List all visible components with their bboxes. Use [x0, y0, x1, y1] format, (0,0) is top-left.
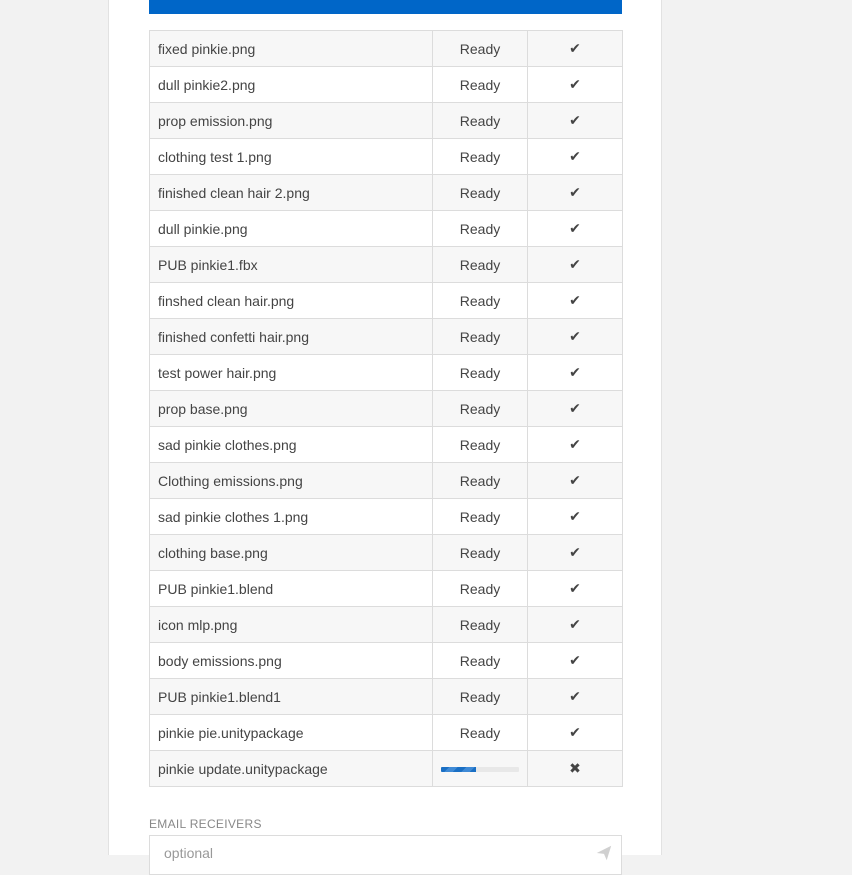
file-row: dull pinkie.png Ready ✔ [149, 210, 623, 247]
file-list: fixed pinkie.png Ready ✔ dull pinkie2.png Re… [149, 30, 623, 787]
check-icon: ✔ [527, 534, 623, 571]
check-icon: ✔ [527, 246, 623, 283]
file-status: Ready [432, 534, 528, 571]
file-row: PUB pinkie1.blend1 Ready ✔ [149, 678, 623, 715]
file-status: Ready [432, 678, 528, 715]
file-name: dull pinkie2.png [149, 66, 433, 103]
check-icon: ✔ [527, 570, 623, 607]
file-row: test power hair.png Ready ✔ [149, 354, 623, 391]
file-name: Clothing emissions.png [149, 462, 433, 499]
file-row: pinkie pie.unitypackage Ready ✔ [149, 714, 623, 751]
upload-progress-bar [441, 767, 519, 773]
check-icon: ✔ [527, 174, 623, 211]
file-name: PUB pinkie1.blend1 [149, 678, 433, 715]
check-icon: ✔ [527, 462, 623, 499]
check-icon: ✔ [527, 678, 623, 715]
file-row: PUB pinkie1.blend Ready ✔ [149, 570, 623, 607]
upload-progress-cell [432, 750, 528, 787]
file-name: finished clean hair 2.png [149, 174, 433, 211]
file-name: dull pinkie.png [149, 210, 433, 247]
file-row: clothing test 1.png Ready ✔ [149, 138, 623, 175]
check-icon: ✔ [527, 714, 623, 751]
file-row: finshed clean hair.png Ready ✔ [149, 282, 623, 319]
file-name: test power hair.png [149, 354, 433, 391]
check-icon: ✔ [527, 498, 623, 535]
check-icon: ✔ [527, 606, 623, 643]
file-row-uploading: pinkie update.unitypackage ✖ [149, 750, 623, 787]
file-row: body emissions.png Ready ✔ [149, 642, 623, 679]
file-name: pinkie update.unitypackage [149, 750, 433, 787]
file-status: Ready [432, 66, 528, 103]
file-name: icon mlp.png [149, 606, 433, 643]
file-row: sad pinkie clothes 1.png Ready ✔ [149, 498, 623, 535]
file-name: body emissions.png [149, 642, 433, 679]
file-status: Ready [432, 138, 528, 175]
check-icon: ✔ [527, 282, 623, 319]
file-name: clothing base.png [149, 534, 433, 571]
file-name: finshed clean hair.png [149, 282, 433, 319]
email-input[interactable] [162, 844, 586, 862]
check-icon: ✔ [527, 426, 623, 463]
file-status: Ready [432, 426, 528, 463]
file-row: prop base.png Ready ✔ [149, 390, 623, 427]
file-row: icon mlp.png Ready ✔ [149, 606, 623, 643]
check-icon: ✔ [527, 354, 623, 391]
check-icon: ✔ [527, 102, 623, 139]
email-receivers-field[interactable] [149, 835, 622, 875]
check-icon: ✔ [527, 642, 623, 679]
file-name: finished confetti hair.png [149, 318, 433, 355]
file-name: prop base.png [149, 390, 433, 427]
header-bar [149, 0, 622, 14]
file-row: sad pinkie clothes.png Ready ✔ [149, 426, 623, 463]
file-status: Ready [432, 210, 528, 247]
file-name: clothing test 1.png [149, 138, 433, 175]
file-status: Ready [432, 642, 528, 679]
file-status: Ready [432, 174, 528, 211]
check-icon: ✔ [527, 318, 623, 355]
file-row: finished clean hair 2.png Ready ✔ [149, 174, 623, 211]
file-name: PUB pinkie1.blend [149, 570, 433, 607]
file-name: sad pinkie clothes.png [149, 426, 433, 463]
file-status: Ready [432, 462, 528, 499]
file-status: Ready [432, 606, 528, 643]
file-status: Ready [432, 282, 528, 319]
file-row: clothing base.png Ready ✔ [149, 534, 623, 571]
cancel-icon[interactable]: ✖ [527, 750, 623, 787]
file-row: dull pinkie2.png Ready ✔ [149, 66, 623, 103]
check-icon: ✔ [527, 390, 623, 427]
upload-progress-fill [441, 767, 477, 773]
check-icon: ✔ [527, 210, 623, 247]
file-status: Ready [432, 714, 528, 751]
file-name: sad pinkie clothes 1.png [149, 498, 433, 535]
file-name: fixed pinkie.png [149, 30, 433, 67]
check-icon: ✔ [527, 66, 623, 103]
file-row: PUB pinkie1.fbx Ready ✔ [149, 246, 623, 283]
send-icon[interactable] [595, 844, 613, 862]
file-name: pinkie pie.unitypackage [149, 714, 433, 751]
file-row: Clothing emissions.png Ready ✔ [149, 462, 623, 499]
file-status: Ready [432, 354, 528, 391]
file-status: Ready [432, 498, 528, 535]
file-name: PUB pinkie1.fbx [149, 246, 433, 283]
file-name: prop emission.png [149, 102, 433, 139]
file-status: Ready [432, 246, 528, 283]
check-icon: ✔ [527, 30, 623, 67]
file-status: Ready [432, 318, 528, 355]
email-receivers-label: EMAIL RECEIVERS [149, 817, 262, 831]
file-status: Ready [432, 570, 528, 607]
file-row: fixed pinkie.png Ready ✔ [149, 30, 623, 67]
file-status: Ready [432, 102, 528, 139]
check-icon: ✔ [527, 138, 623, 175]
file-row: finished confetti hair.png Ready ✔ [149, 318, 623, 355]
file-status: Ready [432, 390, 528, 427]
file-status: Ready [432, 30, 528, 67]
file-row: prop emission.png Ready ✔ [149, 102, 623, 139]
